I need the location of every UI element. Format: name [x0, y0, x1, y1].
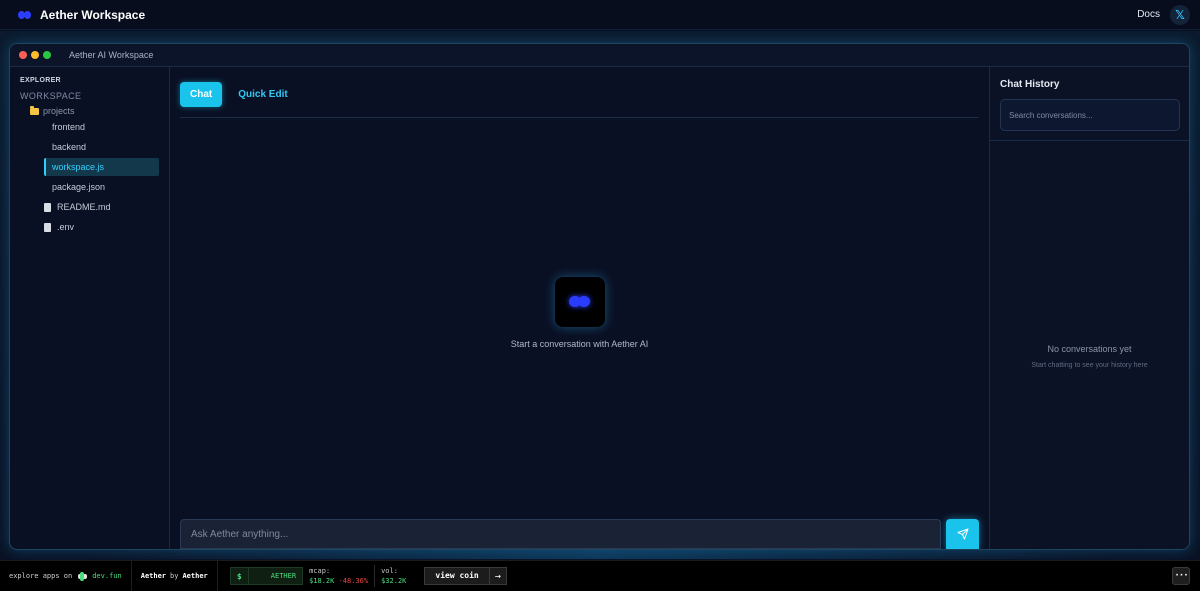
tab-chat[interactable]: Chat: [180, 81, 223, 107]
explore-section[interactable]: explore apps on dev.fun: [0, 560, 132, 591]
app-credit: Aether by Aether: [132, 560, 218, 591]
close-dot-icon[interactable]: [19, 51, 27, 59]
devfun-logo-icon: [78, 571, 88, 581]
send-button[interactable]: [946, 519, 979, 549]
view-coin-label: view coin: [435, 571, 479, 580]
mcap-stat: mcap: $18.2K -48.36%: [303, 567, 374, 585]
minimize-dot-icon[interactable]: [31, 51, 39, 59]
history-empty-title: No conversations yet: [1047, 344, 1132, 354]
window-titlebar: Aether AI Workspace: [10, 44, 1189, 67]
history-empty-subtitle: Start chatting to see your history here: [1031, 362, 1148, 369]
tab-quick-edit[interactable]: Quick Edit: [228, 82, 297, 107]
folder-label: projects: [43, 106, 75, 116]
app-author: Aether: [182, 572, 208, 580]
app-name: Aether: [140, 572, 167, 580]
brand[interactable]: Aether Workspace: [18, 8, 145, 22]
mcap-change: -48.36%: [338, 577, 369, 585]
chat-composer: [180, 519, 979, 549]
history-empty-state: No conversations yet Start chatting to s…: [990, 344, 1189, 369]
empty-state-text: Start a conversation with Aether AI: [510, 339, 649, 349]
top-nav: Aether Workspace Docs 𝕏: [0, 0, 1200, 30]
more-menu-button[interactable]: ···: [1172, 567, 1190, 585]
tab-bar: Chat Quick Edit: [180, 77, 979, 118]
workspace-body: EXPLORER WORKSPACE projects frontend bac…: [10, 67, 1189, 549]
devfun-link[interactable]: dev.fun: [92, 572, 122, 580]
file-label: README.md: [57, 202, 111, 212]
bottom-bar: explore apps on dev.fun Aether by Aether…: [0, 560, 1200, 591]
explore-text: explore apps on: [9, 572, 73, 580]
vol-value: $32.2K: [381, 577, 407, 585]
history-header: Chat History: [990, 67, 1189, 141]
file-label: .env: [57, 222, 75, 232]
vol-stat: vol: $32.2K: [375, 567, 412, 585]
send-icon: [957, 528, 968, 540]
file-icon: [44, 202, 51, 212]
aether-logo-icon: [554, 277, 605, 327]
view-coin-button[interactable]: view coin →: [424, 567, 507, 585]
workspace-window: Aether AI Workspace EXPLORER WORKSPACE p…: [9, 43, 1190, 550]
tree-item-readme[interactable]: README.md: [44, 198, 169, 216]
maximize-dot-icon[interactable]: [43, 51, 51, 59]
by-text: by: [170, 572, 179, 580]
history-title: Chat History: [1000, 79, 1060, 90]
explorer-title: EXPLORER: [20, 77, 61, 84]
arrow-right-icon: →: [488, 567, 506, 585]
brand-title: Aether Workspace: [40, 7, 146, 22]
mcap-value: $18.2K: [309, 577, 335, 585]
tree-item-frontend[interactable]: frontend: [44, 118, 159, 136]
aether-logo-icon: [18, 10, 32, 20]
chat-history-panel: Chat History No conversations yet Start …: [989, 67, 1189, 549]
workspace-label: WORKSPACE: [20, 91, 82, 101]
folder-projects[interactable]: projects: [30, 105, 169, 116]
ticker-name: AETHER: [270, 572, 297, 580]
x-logo-icon[interactable]: 𝕏: [1170, 4, 1190, 25]
file-icon: [44, 222, 51, 232]
explorer-sidebar: EXPLORER WORKSPACE projects frontend bac…: [10, 67, 170, 549]
chat-main: Chat Quick Edit Start a conversation wit…: [170, 67, 989, 549]
coin-section: $ AETHER mcap: $18.2K -48.36% vol: $32.2…: [218, 561, 516, 591]
history-search-input[interactable]: [1000, 99, 1180, 131]
folder-icon: [30, 105, 39, 115]
ticker-badge[interactable]: $ AETHER: [229, 567, 304, 585]
tree-item-workspace-js[interactable]: workspace.js: [44, 158, 159, 176]
tree-item-backend[interactable]: backend: [44, 138, 159, 156]
nav-right: Docs 𝕏: [1137, 4, 1190, 25]
window-title: Aether AI Workspace: [69, 50, 154, 60]
tree-item-env[interactable]: .env: [44, 218, 169, 236]
tree-item-package-json[interactable]: package.json: [44, 178, 159, 196]
chat-input[interactable]: [180, 519, 941, 549]
vol-label: vol:: [381, 567, 398, 575]
mcap-label: mcap:: [309, 567, 331, 575]
ticker-symbol: $: [231, 568, 249, 584]
docs-link[interactable]: Docs: [1137, 9, 1160, 20]
chat-empty-state: Start a conversation with Aether AI: [170, 277, 989, 349]
